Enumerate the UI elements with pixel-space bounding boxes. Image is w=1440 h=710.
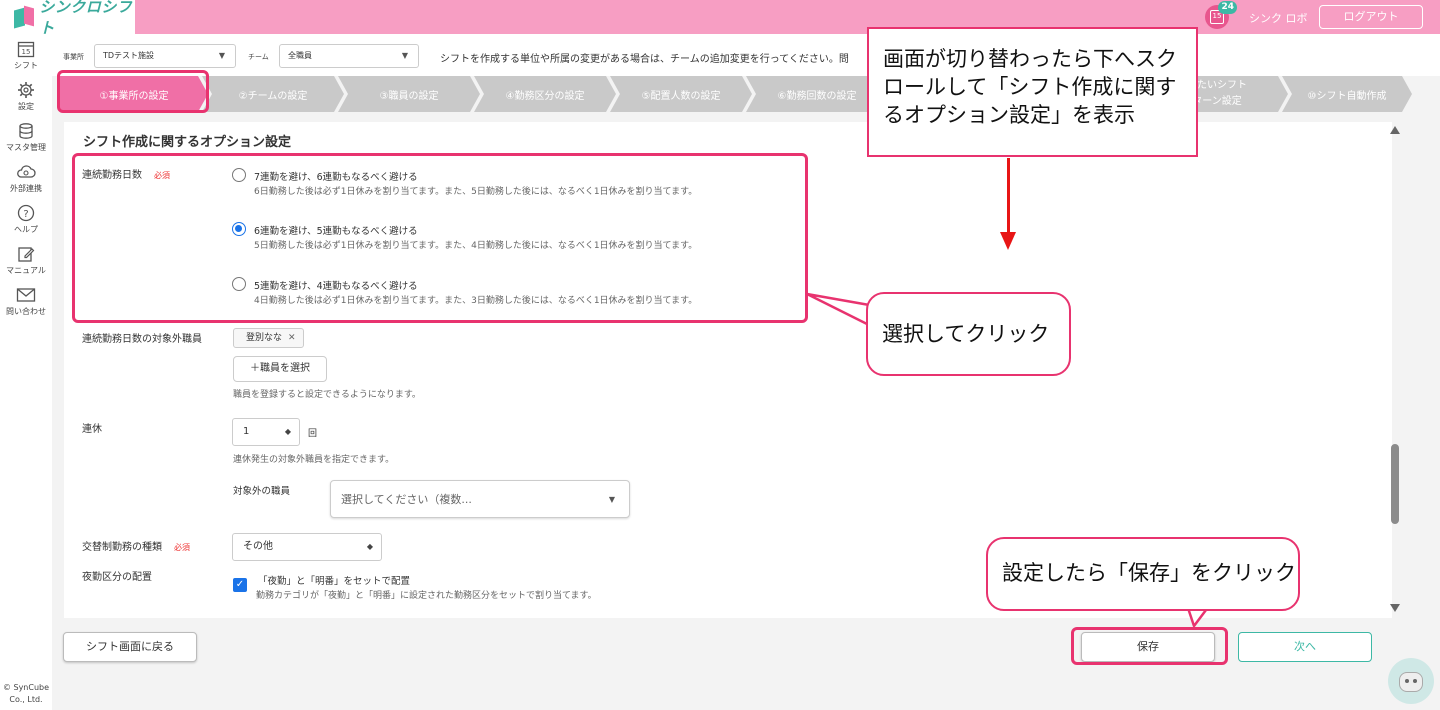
shift-type-label: 交替制勤務の種類 必須	[82, 542, 190, 553]
shift-type-select[interactable]: その他 ◆	[232, 533, 382, 561]
sidebar-item-shift[interactable]: 15 シフト	[0, 34, 52, 75]
renkyu-excluded-label: 対象外の職員	[233, 486, 291, 497]
chevron-down-icon: ▼	[608, 495, 615, 504]
top-header: シンクロシフト 15 24 シンク ロボ ログアウト	[0, 0, 1440, 37]
renkyu-excluded-select[interactable]: 選択してください（複数... ▼	[330, 480, 630, 518]
consecutive-label: 連続勤務日数 必須	[82, 170, 170, 181]
next-button[interactable]: 次へ	[1238, 632, 1372, 662]
chatbot-robot-icon[interactable]	[1388, 658, 1434, 704]
filter-bar: 事業所 TDテスト施設 ▼ チーム 全職員 ▼ シフトを作成する単位や所属の変更があ…	[52, 34, 1440, 76]
mail-icon	[16, 285, 36, 305]
copyright: © SynCube Co., Ltd.	[2, 683, 50, 704]
database-icon	[16, 121, 36, 141]
logout-button[interactable]: ログアウト	[1319, 5, 1423, 29]
logo-mark-icon	[12, 5, 34, 29]
sidebar-item-label: シフト	[14, 60, 38, 70]
scroll-up-arrow-icon[interactable]	[1390, 126, 1400, 134]
scroll-instruction-callout: 画面が切り替わったら下へスクロールして「シフト作成に関するオプション設定」を表示	[867, 27, 1198, 157]
cloud-sync-icon	[16, 162, 36, 182]
step-headcount[interactable]: ⑤配置人数の設定	[610, 76, 752, 112]
select-click-callout: 選択してクリック	[866, 292, 1071, 376]
sidebar-item-settings[interactable]: 設定	[0, 75, 52, 116]
radio-button[interactable]	[232, 222, 246, 236]
notification-calendar-button[interactable]: 15 24	[1205, 1, 1237, 29]
section-title: シフト作成に関するオプション設定	[83, 135, 292, 150]
night-set-checkbox[interactable]: ✓	[233, 578, 247, 592]
calendar-icon: 15	[16, 39, 36, 59]
sidebar-item-help[interactable]: ? ヘルプ	[0, 198, 52, 239]
required-badge: 必須	[154, 171, 170, 180]
sidebar-item-label: マニュアル	[6, 265, 46, 275]
night-desc: 勤務カテゴリが「夜勤」と「明番」に設定された勤務区分をセットで割り当てます。	[256, 591, 597, 601]
scroll-thumb[interactable]	[1391, 444, 1399, 524]
sidebar-item-label: マスタ管理	[6, 142, 46, 152]
help-icon: ?	[16, 203, 36, 223]
updown-icon: ◆	[366, 542, 373, 551]
required-badge: 必須	[174, 543, 190, 552]
office-select[interactable]: TDテスト施設 ▼	[94, 44, 236, 68]
save-button[interactable]: 保存	[1081, 632, 1215, 662]
chevron-down-icon: ▼	[218, 51, 225, 60]
renkyu-unit: 回	[308, 429, 318, 439]
renkyu-label: 連休	[82, 424, 102, 435]
svg-text:15: 15	[22, 48, 31, 56]
night-check-label: 「夜勤」と「明番」をセットで配置	[258, 576, 411, 587]
night-label: 夜勤区分の配置	[82, 572, 152, 583]
staff-chip[interactable]: 登別なな ✕	[233, 328, 304, 348]
sidebar: 15 シフト 設定 マスタ管理 外部連携 ? ヘルプ マニュアル 問い合わせ	[0, 34, 52, 710]
step-shift-class[interactable]: ④勤務区分の設定	[474, 76, 616, 112]
updown-icon: ◆	[284, 427, 291, 436]
edit-icon	[16, 244, 36, 264]
app-logo[interactable]: シンクロシフト	[0, 0, 135, 37]
radio-button[interactable]	[232, 277, 246, 291]
step-office[interactable]: ①事業所の設定	[60, 76, 208, 112]
renkyu-count-select[interactable]: 1 ◆	[232, 418, 300, 446]
step-bar: ①事業所の設定 ②チームの設定 ③職員の設定 ④勤務区分の設定 ⑤配置人数の設定…	[60, 76, 1412, 112]
close-icon[interactable]: ✕	[288, 333, 296, 343]
step-auto-create[interactable]: ⑩シフト自動作成	[1282, 76, 1412, 112]
down-arrow-line	[1007, 158, 1010, 240]
sidebar-item-label: 設定	[18, 101, 34, 111]
notification-count-badge: 24	[1218, 1, 1237, 14]
sidebar-item-label: ヘルプ	[14, 224, 38, 234]
team-label: チーム	[248, 53, 269, 61]
gear-icon	[16, 80, 36, 100]
logo-text: シンクロシフト	[39, 0, 133, 37]
office-label: 事業所	[63, 53, 84, 61]
chevron-down-icon: ▼	[401, 51, 408, 60]
renkyu-hint: 連休発生の対象外職員を指定できます。	[233, 455, 395, 465]
team-note: シフトを作成する単位や所属の変更がある場合は、チームの追加変更を行ってください。…	[440, 54, 849, 65]
sidebar-item-contact[interactable]: 問い合わせ	[0, 280, 52, 321]
sidebar-item-integration[interactable]: 外部連携	[0, 157, 52, 198]
back-to-shift-button[interactable]: シフト画面に戻る	[63, 632, 197, 662]
step-staff[interactable]: ③職員の設定	[338, 76, 480, 112]
sidebar-item-master[interactable]: マスタ管理	[0, 116, 52, 157]
select-staff-button[interactable]: ＋職員を選択	[233, 356, 327, 382]
svg-text:?: ?	[23, 209, 28, 220]
radio-button[interactable]	[232, 168, 246, 182]
down-arrow-icon	[1000, 232, 1016, 250]
team-select[interactable]: 全職員 ▼	[279, 44, 419, 68]
save-click-callout: 設定したら「保存」をクリック	[986, 537, 1300, 611]
sidebar-item-label: 問い合わせ	[6, 306, 46, 316]
excluded-staff-label: 連続勤務日数の対象外職員	[82, 334, 202, 345]
sidebar-item-manual[interactable]: マニュアル	[0, 239, 52, 280]
scroll-down-arrow-icon[interactable]	[1390, 604, 1400, 612]
excluded-staff-hint: 職員を登録すると設定できるようになります。	[233, 390, 421, 400]
sidebar-item-label: 外部連携	[10, 183, 42, 193]
user-name: シンク ロボ	[1249, 12, 1308, 25]
step-team[interactable]: ②チームの設定	[202, 76, 344, 112]
content-scrollbar[interactable]	[1385, 122, 1405, 618]
